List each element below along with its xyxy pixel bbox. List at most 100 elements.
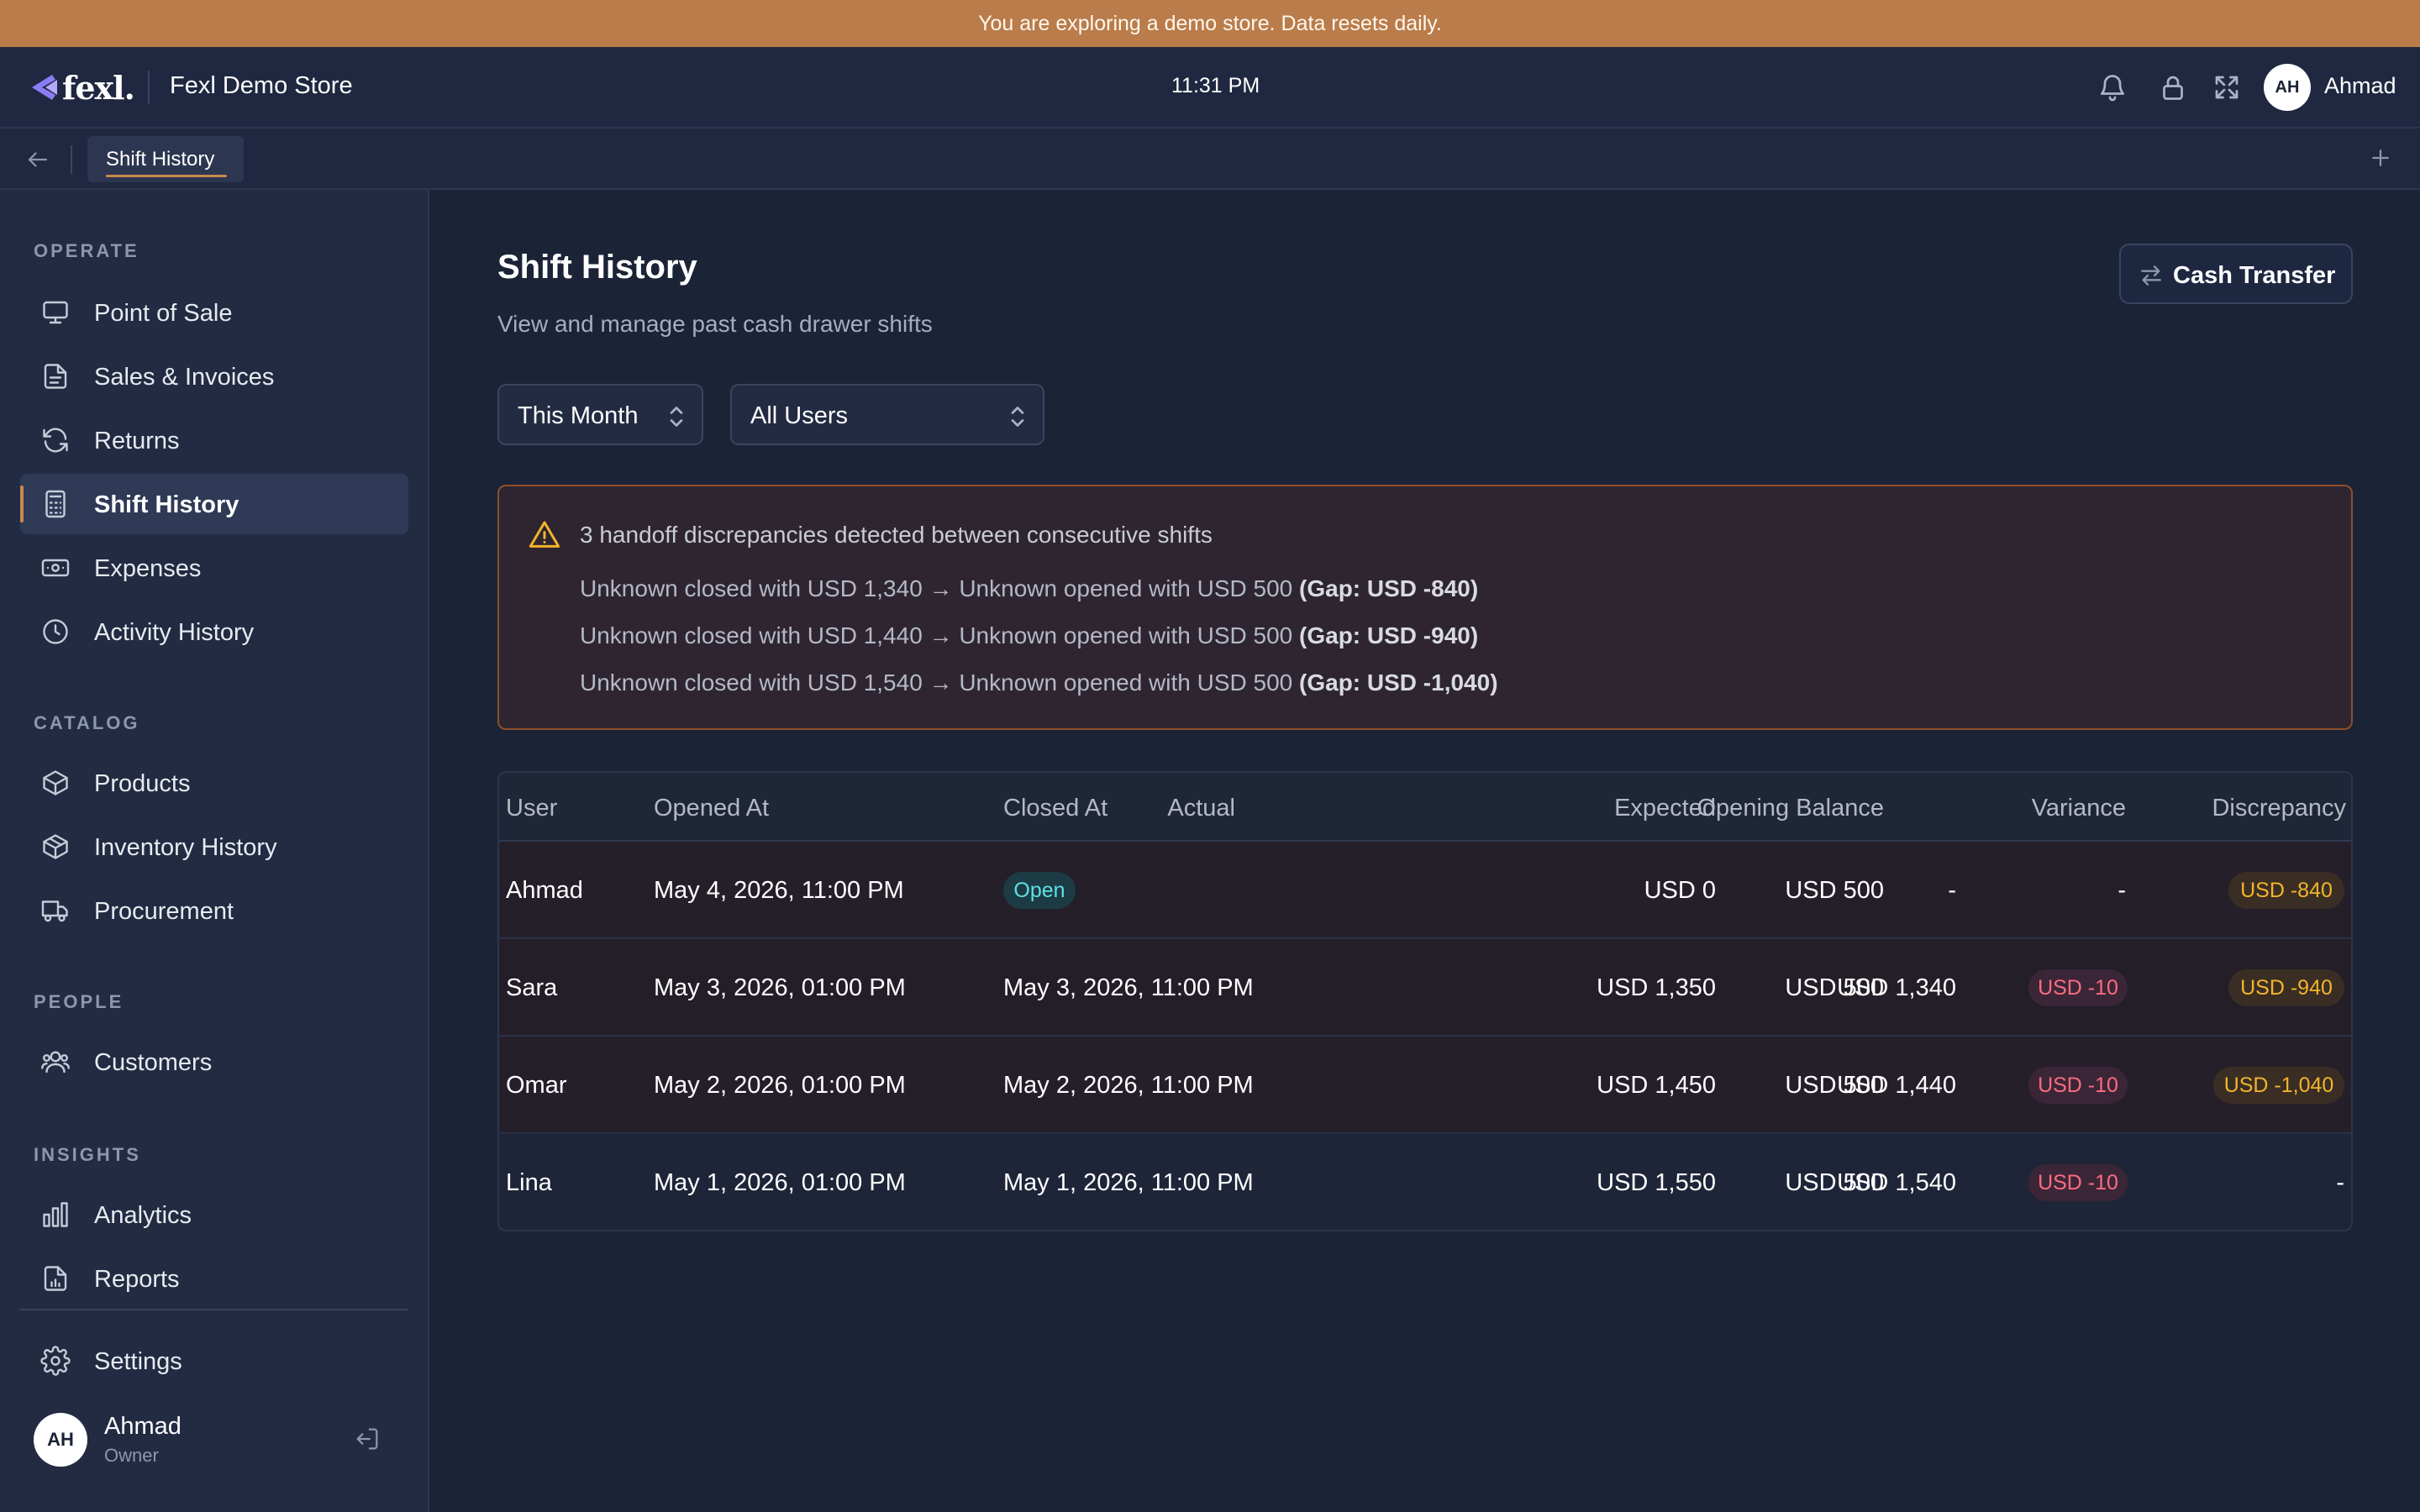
cell-opened-at: May 3, 2026, 01:00 PM xyxy=(654,974,906,1001)
tab-bar: Shift History xyxy=(0,129,2420,190)
user-select-value: All Users xyxy=(750,402,849,429)
refresh-icon xyxy=(43,428,68,453)
column-header-opening-balance[interactable]: Opening Balance xyxy=(1697,795,1885,822)
sidebar-item-returns[interactable]: Returns xyxy=(20,410,408,470)
discrepancy-badge: USD -1,040 xyxy=(2213,1067,2344,1104)
sidebar-item-reports[interactable]: Reports xyxy=(20,1248,408,1309)
alert-line: Unknown closed with USD 1,340 → Unknown … xyxy=(580,575,1479,601)
cell-user: Sara xyxy=(506,974,558,1001)
users-icon xyxy=(41,1051,70,1074)
column-header-user[interactable]: User xyxy=(506,795,557,822)
cell-discrepancy: - xyxy=(2336,1169,2344,1196)
header-clock: 11:31 PM xyxy=(1171,74,1260,97)
column-header-variance[interactable]: Variance xyxy=(2032,795,2126,822)
cell-opening-balance: USD 500 xyxy=(1785,877,1884,904)
chevron-up-down-icon xyxy=(1011,407,1024,427)
warning-triangle-icon xyxy=(529,521,560,548)
sidebar-item-customers[interactable]: Customers xyxy=(20,1032,408,1092)
section-operate: OPERATE xyxy=(34,240,139,261)
cash-transfer-button[interactable]: Cash Transfer xyxy=(2119,244,2353,304)
cell-variance: - xyxy=(2118,877,2126,904)
table-row[interactable]: Omar May 2, 2026, 01:00 PM May 2, 2026, … xyxy=(499,1037,2351,1134)
user-avatar[interactable]: AH xyxy=(2264,64,2311,111)
clock-icon xyxy=(43,619,68,644)
shifts-table: User Opened At Closed At Opening Balance… xyxy=(497,771,2353,1231)
sidebar-item-label: Returns xyxy=(94,428,180,454)
fullscreen-icon[interactable] xyxy=(2212,72,2242,102)
page-subtitle: View and manage past cash drawer shifts xyxy=(497,311,933,337)
brand-chevron-icon xyxy=(32,75,57,100)
cell-user: Lina xyxy=(506,1169,552,1196)
user-select[interactable]: All Users xyxy=(730,384,1044,445)
variance-badge: USD -10 xyxy=(2028,969,2128,1006)
alert-gap: (Gap: USD -940) xyxy=(1299,622,1479,648)
sidebar-item-label: Activity History xyxy=(94,619,255,646)
header-divider xyxy=(148,71,150,104)
brand-logo[interactable]: fexl. xyxy=(27,69,135,107)
sidebar-item-point-of-sale[interactable]: Point of Sale xyxy=(20,282,408,343)
lock-icon[interactable] xyxy=(2158,72,2188,102)
cell-expected: USD 1,550 xyxy=(1597,1169,1716,1196)
document-icon xyxy=(44,364,67,389)
table-row[interactable]: Lina May 1, 2026, 01:00 PM May 1, 2026, … xyxy=(499,1134,2351,1230)
sidebar-item-shift-history[interactable]: Shift History xyxy=(20,474,408,534)
period-select-value: This Month xyxy=(518,402,639,429)
sidebar-item-label: Shift History xyxy=(94,491,239,518)
cell-opened-at: May 4, 2026, 11:00 PM xyxy=(654,877,904,904)
sidebar: OPERATE Point of Sale Sales & Invoices R… xyxy=(0,190,429,1512)
column-header-discrepancy[interactable]: Discrepancy xyxy=(2212,795,2346,822)
sidebar-item-inventory-history[interactable]: Inventory History xyxy=(20,816,408,877)
section-people: PEOPLE xyxy=(34,991,124,1012)
cell-opened-at: May 1, 2026, 01:00 PM xyxy=(654,1169,906,1196)
alert-line: Unknown closed with USD 1,540 → Unknown … xyxy=(580,669,1498,696)
variance-badge: USD -10 xyxy=(2028,1164,2128,1201)
user-name[interactable]: Ahmad xyxy=(2324,73,2396,99)
alert-gap: (Gap: USD -1,040) xyxy=(1299,669,1498,696)
sidebar-item-label: Analytics xyxy=(94,1202,192,1229)
sidebar-item-analytics[interactable]: Analytics xyxy=(20,1184,408,1245)
column-header-closed-at[interactable]: Closed At xyxy=(1003,795,1107,822)
section-catalog: CATALOG xyxy=(34,712,140,733)
sidebar-item-label: Products xyxy=(94,770,191,797)
table-row[interactable]: Ahmad May 4, 2026, 11:00 PM Open USD 500… xyxy=(499,842,2351,939)
tab-separator xyxy=(71,145,72,174)
sidebar-item-label: Expenses xyxy=(94,555,202,582)
sidebar-item-procurement[interactable]: Procurement xyxy=(20,880,408,941)
add-tab-icon[interactable] xyxy=(2368,145,2393,171)
truck-icon xyxy=(41,900,68,922)
banknote-icon xyxy=(41,559,70,577)
sidebar-item-activity-history[interactable]: Activity History xyxy=(20,601,408,662)
cash-transfer-label: Cash Transfer xyxy=(2173,262,2336,289)
sidebar-item-label: Inventory History xyxy=(94,834,277,861)
period-select[interactable]: This Month xyxy=(497,384,703,445)
sidebar-user-role: Owner xyxy=(104,1445,159,1466)
column-header-opened-at[interactable]: Opened At xyxy=(654,795,769,822)
bell-icon[interactable] xyxy=(2097,72,2128,102)
back-arrow-icon[interactable] xyxy=(25,147,50,172)
page-title: Shift History xyxy=(497,249,697,286)
demo-banner-text: You are exploring a demo store. Data res… xyxy=(978,11,1442,35)
report-icon xyxy=(44,1266,67,1291)
logout-icon[interactable] xyxy=(353,1425,381,1453)
sidebar-item-settings[interactable]: Settings xyxy=(20,1331,408,1391)
sidebar-item-sales-invoices[interactable]: Sales & Invoices xyxy=(20,346,408,407)
column-header-actual[interactable]: Actual xyxy=(1167,795,1235,822)
cell-user: Ahmad xyxy=(506,877,583,904)
cell-expected: USD 1,450 xyxy=(1597,1072,1716,1099)
cell-user: Omar xyxy=(506,1072,567,1099)
gear-icon xyxy=(40,1346,71,1376)
tab-label: Shift History xyxy=(106,148,215,171)
sidebar-item-expenses[interactable]: Expenses xyxy=(20,538,408,598)
sidebar-user-name: Ahmad xyxy=(104,1413,182,1440)
sidebar-user-avatar[interactable]: AH xyxy=(34,1413,87,1467)
cell-actual: USD 1,340 xyxy=(1837,974,1956,1001)
column-header-expected[interactable]: Expected xyxy=(1614,795,1716,822)
top-header: fexl. Fexl Demo Store 11:31 PM AH Ahmad xyxy=(0,47,2420,129)
sidebar-item-products[interactable]: Products xyxy=(20,753,408,813)
sidebar-item-label: Point of Sale xyxy=(94,300,233,327)
cell-opened-at: May 2, 2026, 01:00 PM xyxy=(654,1072,906,1099)
cell-closed-at: May 3, 2026, 11:00 PM xyxy=(1003,974,1254,1001)
status-badge-open: Open xyxy=(1003,872,1076,909)
tab-shift-history[interactable]: Shift History xyxy=(87,136,244,182)
table-row[interactable]: Sara May 3, 2026, 01:00 PM May 3, 2026, … xyxy=(499,939,2351,1037)
